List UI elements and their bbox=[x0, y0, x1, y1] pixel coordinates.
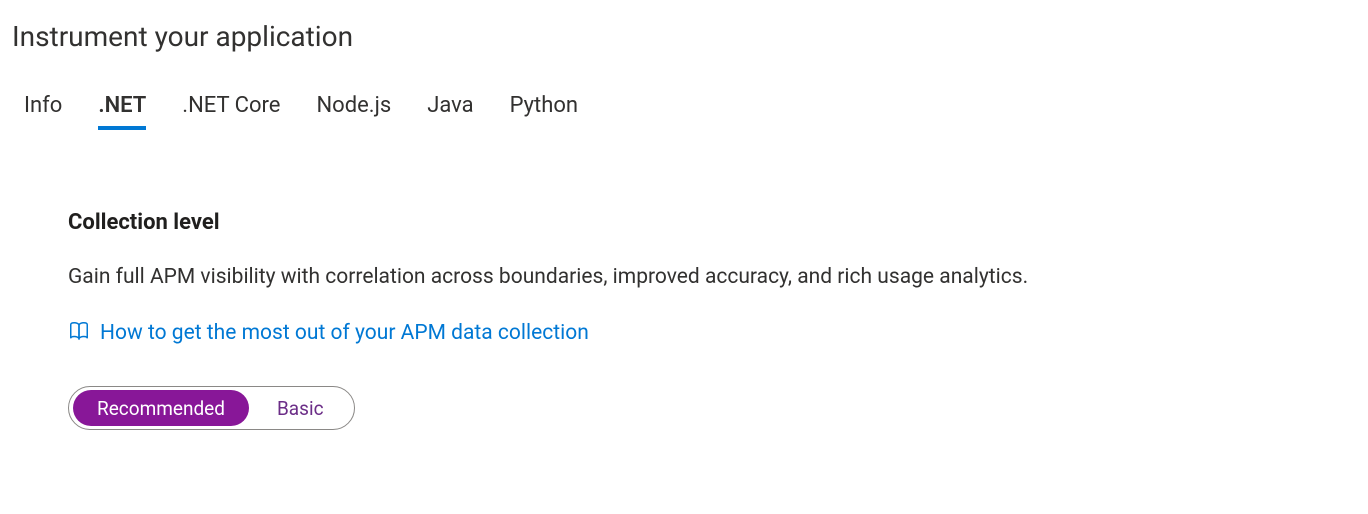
tabs-container: Info .NET .NET Core Node.js Java Python bbox=[12, 93, 1356, 130]
tab-dotnet[interactable]: .NET bbox=[98, 93, 146, 130]
tab-nodejs[interactable]: Node.js bbox=[316, 93, 391, 130]
tab-info[interactable]: Info bbox=[24, 93, 62, 130]
toggle-recommended[interactable]: Recommended bbox=[73, 390, 249, 426]
tab-java[interactable]: Java bbox=[427, 93, 473, 130]
doc-link[interactable]: How to get the most out of your APM data… bbox=[100, 321, 589, 345]
section-heading: Collection level bbox=[68, 210, 1356, 235]
section-description: Gain full APM visibility with correlatio… bbox=[68, 263, 1356, 292]
book-icon bbox=[68, 320, 90, 346]
toggle-basic[interactable]: Basic bbox=[253, 390, 354, 426]
collection-level-toggle: Recommended Basic bbox=[68, 386, 355, 430]
page-title: Instrument your application bbox=[12, 20, 1356, 53]
tab-content: Collection level Gain full APM visibilit… bbox=[12, 210, 1356, 430]
tab-python[interactable]: Python bbox=[510, 93, 578, 130]
doc-link-row: How to get the most out of your APM data… bbox=[68, 320, 1356, 346]
tab-dotnet-core[interactable]: .NET Core bbox=[182, 93, 280, 130]
